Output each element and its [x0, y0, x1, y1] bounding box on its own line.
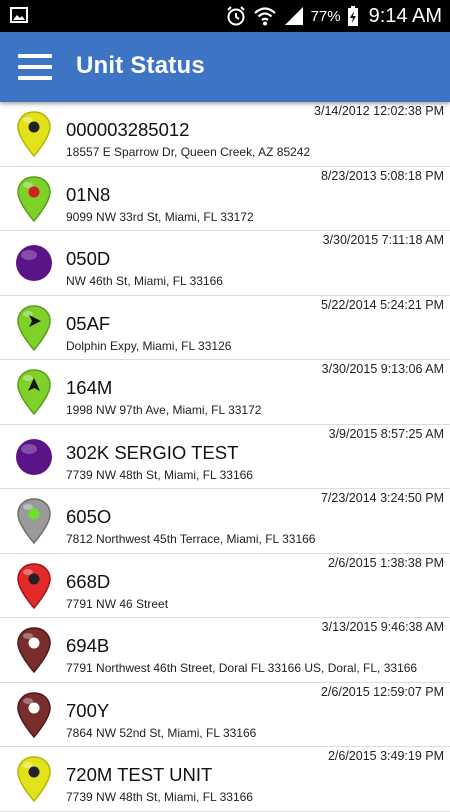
- gallery-icon: [10, 7, 28, 23]
- wifi-icon: [253, 7, 276, 26]
- page-title: Unit Status: [76, 52, 205, 79]
- unit-row[interactable]: 3/13/2015 9:46:38 AM 694B 7791 Northwest 4…: [0, 618, 450, 683]
- unit-address: Dolphin Expy, Miami, FL 33126: [66, 338, 232, 353]
- green-pin-arrow-right-icon: [14, 304, 54, 352]
- unit-name: 302K SERGIO TEST: [66, 441, 239, 463]
- unit-name: 01N8: [66, 183, 111, 205]
- signal-strength-icon: [284, 7, 303, 25]
- unit-timestamp: 2/6/2015 3:49:19 PM: [327, 749, 444, 763]
- battery-charging-icon: [347, 6, 358, 26]
- gray-pin-green-dot-icon: [14, 497, 54, 545]
- unit-row[interactable]: 3/30/2015 9:13:06 AM 164M 1998 NW 97th Ave…: [0, 360, 450, 425]
- purple-circle-icon: [14, 239, 54, 287]
- unit-timestamp: 2/6/2015 12:59:07 PM: [320, 684, 444, 699]
- unit-address: 9099 NW 33rd St, Miami, FL 33172: [66, 209, 254, 224]
- unit-timestamp: 2/6/2015 1:38:38 PM: [327, 555, 444, 570]
- unit-timestamp: 7/23/2014 3:24:50 PM: [320, 491, 444, 505]
- hamburger-menu-icon[interactable]: [18, 54, 52, 80]
- unit-row[interactable]: 2/6/2015 1:38:38 PM 668D 7791 NW 46 Street: [0, 554, 450, 618]
- unit-name: 694B: [66, 635, 110, 656]
- maroon-pin-white-dot-icon: [14, 626, 54, 674]
- unit-row[interactable]: 5/22/2014 5:24:21 PM 05AF Dolphin Expy, Mi…: [0, 296, 450, 360]
- unit-address: 7739 NW 48th St, Miami, FL 33166: [66, 790, 253, 804]
- unit-row[interactable]: 3/30/2015 7:11:18 AM 050D NW 46th St, Miam…: [0, 231, 450, 296]
- unit-timestamp: 3/14/2012 12:02:38 PM: [314, 104, 444, 118]
- purple-circle-icon: [14, 433, 54, 481]
- unit-timestamp: 3/30/2015 7:11:18 AM: [322, 233, 444, 247]
- unit-address: 7739 NW 48th St, Miami, FL 33166: [66, 467, 253, 482]
- alarm-clock-icon: [226, 6, 245, 26]
- unit-timestamp: 5/22/2014 5:24:21 PM: [320, 297, 444, 312]
- unit-name: 164M: [66, 377, 113, 398]
- unit-row[interactable]: 7/23/2014 3:24:50 PM 605O 7812 Northwest 4…: [0, 489, 450, 554]
- red-pin-black-dot-icon: [14, 562, 54, 610]
- unit-address: 7791 Northwest 46th Street, Doral FL 331…: [66, 661, 418, 675]
- unit-row[interactable]: 8/23/2013 5:08:18 PM 01N8 9099 NW 33rd St,…: [0, 167, 450, 231]
- unit-row[interactable]: 3/14/2012 12:02:38 PM 000003285012 18557 E…: [0, 102, 450, 167]
- unit-timestamp: 3/9/2015 8:57:25 AM: [328, 426, 444, 441]
- unit-timestamp: 3/30/2015 9:13:06 AM: [321, 362, 444, 376]
- maroon-pin-white-dot-icon: [14, 691, 54, 739]
- unit-name: 605O: [66, 506, 112, 527]
- unit-timestamp: 3/13/2015 9:46:38 AM: [321, 620, 444, 634]
- unit-address: 18557 E Sparrow Dr, Queen Creek, AZ 8524…: [66, 145, 311, 159]
- clock-time: 9:14 AM: [368, 4, 442, 27]
- unit-name: 720M TEST UNIT: [66, 764, 213, 785]
- unit-timestamp: 8/23/2013 5:08:18 PM: [320, 168, 444, 183]
- battery-percent: 77%: [310, 7, 341, 25]
- unit-row[interactable]: 3/9/2015 8:57:25 AM 302K SERGIO TEST 7739 …: [0, 425, 450, 489]
- yellow-pin-black-dot-icon: [14, 110, 54, 158]
- unit-name: 000003285012: [66, 119, 190, 140]
- unit-address: 7864 NW 52nd St, Miami, FL 33166: [66, 725, 257, 740]
- unit-address: 7812 Northwest 45th Terrace, Miami, FL 3…: [66, 532, 316, 546]
- unit-address: 7791 NW 46 Street: [66, 596, 169, 611]
- unit-address: 1998 NW 97th Ave, Miami, FL 33172: [66, 403, 262, 417]
- unit-name: 668D: [66, 570, 111, 592]
- unit-name: 050D: [66, 248, 111, 269]
- unit-name: 05AF: [66, 312, 111, 334]
- unit-row[interactable]: 2/6/2015 12:59:07 PM 700Y 7864 NW 52nd St,…: [0, 683, 450, 747]
- green-pin-arrow-up-icon: [14, 368, 54, 416]
- status-bar: 77% 9:14 AM: [0, 0, 450, 32]
- green-pin-red-dot-icon: [14, 175, 54, 223]
- unit-row[interactable]: 2/6/2015 3:49:19 PM 720M TEST UNIT 7739 NW…: [0, 747, 450, 812]
- unit-address: NW 46th St, Miami, FL 33166: [66, 274, 223, 288]
- unit-name: 700Y: [66, 699, 110, 721]
- yellow-pin-black-dot-icon: [14, 755, 54, 803]
- unit-list: 3/14/2012 12:02:38 PM 000003285012 18557 E…: [0, 102, 450, 812]
- app-bar: Unit Status: [0, 32, 450, 102]
